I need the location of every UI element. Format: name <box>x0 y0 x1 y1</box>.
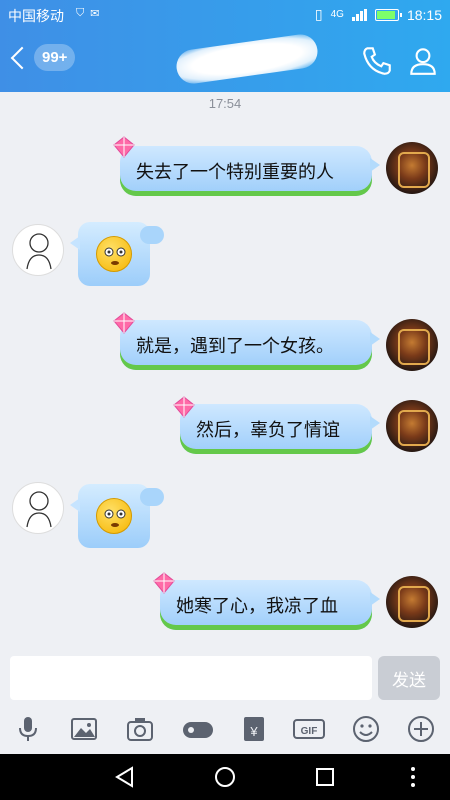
my-avatar[interactable] <box>386 142 438 194</box>
image-icon[interactable] <box>69 714 99 744</box>
kite-icon <box>153 572 175 594</box>
status-right: ▯ 4G 18:15 <box>315 6 442 23</box>
confused-face-emoji <box>96 498 132 534</box>
emoji-icon[interactable] <box>351 714 381 744</box>
contact-name-redacted <box>174 32 320 86</box>
message-icon: ✉ <box>90 8 100 20</box>
my-avatar[interactable] <box>386 400 438 452</box>
contact-avatar[interactable] <box>12 224 64 276</box>
chat-toolbar <box>0 708 450 754</box>
message-text: 失去了一个特别重要的人 <box>136 162 334 182</box>
status-bar: 中国移动 ⛉ ✉ ▯ 4G 18:15 <box>0 0 450 30</box>
sticker-message[interactable] <box>70 222 164 286</box>
nav-recents-icon[interactable] <box>312 764 338 790</box>
money-icon[interactable]: ¥ <box>239 714 269 744</box>
unread-badge: 99+ <box>34 44 76 71</box>
my-avatar[interactable] <box>386 319 438 371</box>
message-text: 就是，遇到了一个女孩。 <box>136 336 334 356</box>
clock: 18:15 <box>406 6 442 23</box>
shield-icon: ⛉ <box>76 7 85 19</box>
nav-home-icon[interactable] <box>212 764 238 790</box>
svg-text:GIF: GIF <box>301 726 318 737</box>
message-input[interactable] <box>10 656 372 700</box>
nav-back-icon[interactable] <box>112 764 138 790</box>
kite-icon <box>113 136 135 158</box>
message-text: 然后，辜负了情谊 <box>196 420 340 440</box>
kite-icon <box>173 396 195 418</box>
mic-icon[interactable] <box>13 714 43 744</box>
sticker-message[interactable] <box>70 484 164 548</box>
face-detail-icon <box>104 247 126 265</box>
message-bubble-sent[interactable]: 就是，遇到了一个女孩。 <box>120 320 380 370</box>
my-avatar[interactable] <box>386 576 438 628</box>
message-timestamp: 17:54 <box>208 96 242 111</box>
nav-menu-icon[interactable] <box>400 764 426 790</box>
send-button[interactable]: 发送 <box>378 656 440 700</box>
camera-icon[interactable] <box>125 714 155 744</box>
message-bubble-sent[interactable]: 然后，辜负了情谊 <box>180 404 380 454</box>
back-button[interactable]: 99+ <box>6 44 76 71</box>
contact-icon[interactable] <box>406 44 440 78</box>
back-icon <box>10 46 34 69</box>
message-text: 她寒了心，我凉了血 <box>176 596 338 616</box>
plus-icon[interactable] <box>406 714 436 744</box>
svg-text:¥: ¥ <box>249 724 258 739</box>
chat-header: 99+ <box>0 30 450 92</box>
carrier-label: 中国移动 <box>8 8 64 24</box>
face-detail-icon <box>104 509 126 527</box>
contact-avatar[interactable] <box>12 482 64 534</box>
signal-icon <box>351 8 367 21</box>
vibrate-icon: ▯ <box>314 6 323 22</box>
network-type: 4G <box>330 9 344 20</box>
sketch-person-icon <box>26 491 52 528</box>
kite-icon <box>113 312 135 334</box>
message-bubble-sent[interactable]: 失去了一个特别重要的人 <box>120 146 380 196</box>
red-packet-icon[interactable] <box>181 714 215 744</box>
status-notification-icons: ⛉ ✉ <box>76 7 99 20</box>
confused-face-emoji <box>96 236 132 272</box>
phone-icon[interactable] <box>360 44 394 78</box>
gif-icon[interactable]: GIF <box>292 714 326 744</box>
message-bubble-sent[interactable]: 她寒了心，我凉了血 <box>160 580 380 630</box>
sketch-person-icon <box>26 233 52 270</box>
battery-icon <box>374 8 402 21</box>
